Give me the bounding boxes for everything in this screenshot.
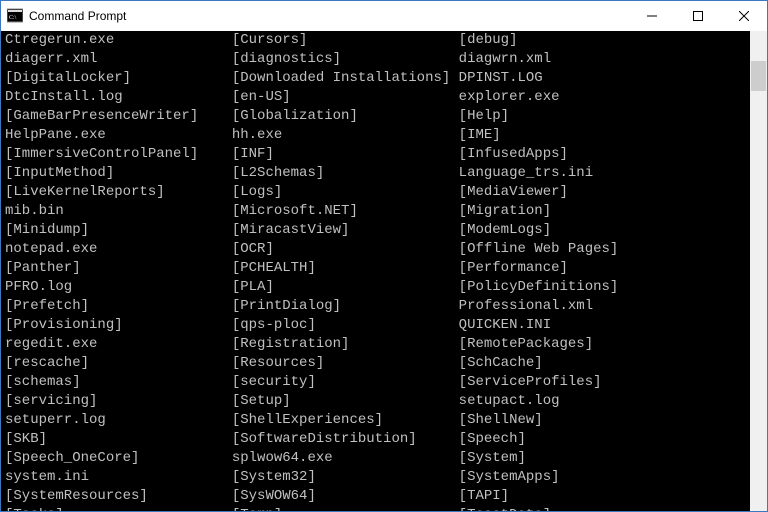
window-controls (629, 1, 767, 31)
scrollbar-thumb[interactable] (751, 61, 766, 91)
terminal-output[interactable]: Ctregerun.exe [Cursors] [debug] diagerr.… (1, 31, 750, 511)
window-title: Command Prompt (29, 9, 126, 23)
titlebar[interactable]: C:\ Command Prompt (1, 1, 767, 31)
window-frame: C:\ Command Prompt Ctregerun.exe [Cursor… (0, 0, 768, 512)
minimize-button[interactable] (629, 1, 675, 31)
scrollbar[interactable] (750, 31, 767, 511)
cmd-icon: C:\ (7, 8, 23, 24)
close-button[interactable] (721, 1, 767, 31)
maximize-button[interactable] (675, 1, 721, 31)
svg-text:C:\: C:\ (9, 15, 17, 21)
client-area: Ctregerun.exe [Cursors] [debug] diagerr.… (1, 31, 767, 511)
